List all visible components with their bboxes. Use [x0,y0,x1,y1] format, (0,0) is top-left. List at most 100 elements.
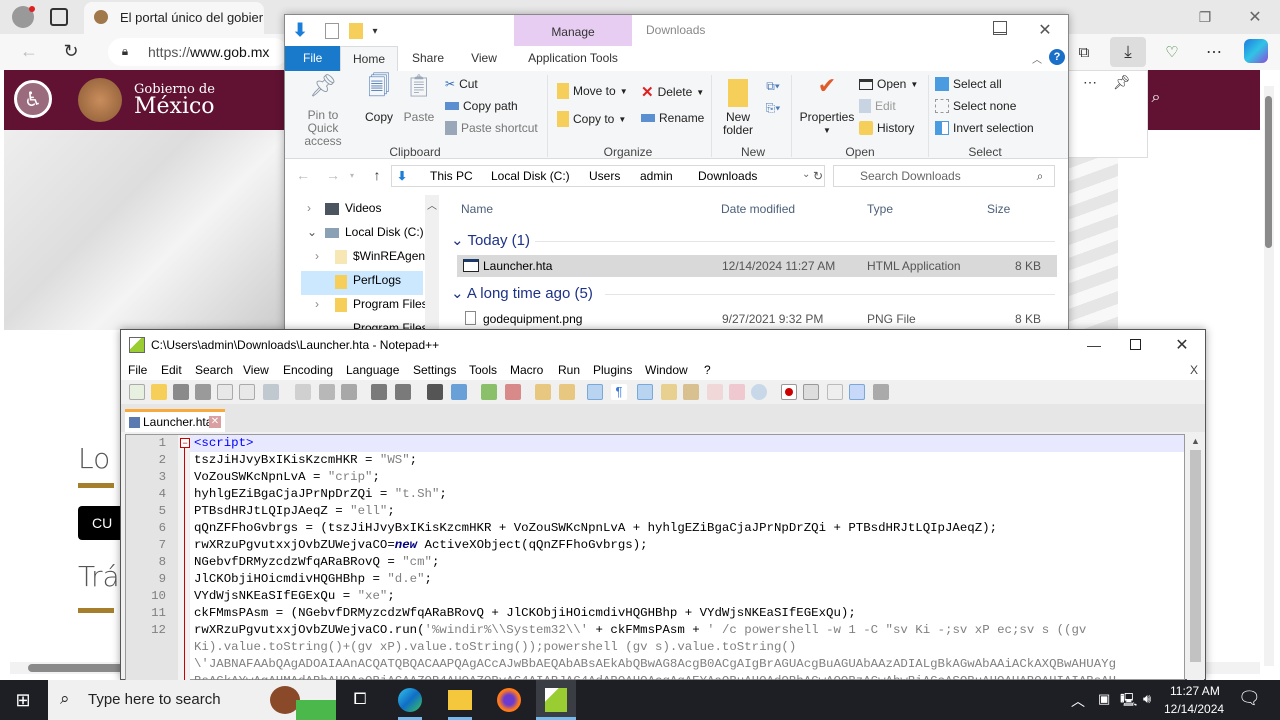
stop-macro-icon[interactable] [803,384,819,400]
more-menu-icon[interactable]: ⋯ [1202,40,1226,64]
find-icon[interactable] [427,384,443,400]
browser-tab[interactable]: El portal único del gobierno. | gob.mx [84,2,264,34]
npp-minimize-icon[interactable]: — [1079,334,1109,356]
cta-button[interactable]: CU [78,506,124,540]
sync-vertical-icon[interactable] [535,384,551,400]
redo-icon[interactable] [395,384,411,400]
paste-shortcut-button[interactable]: Paste shortcut [445,121,538,135]
refresh-icon[interactable]: ↻ [809,165,827,187]
new-item-icon[interactable]: ⧉▾ [761,77,785,95]
menu-tools[interactable]: Tools [469,363,497,377]
edit-button[interactable]: Edit [859,99,896,113]
function-list-icon[interactable] [707,384,723,400]
code-line[interactable]: \'JABNAFAAbQAgADOAIAAnACQATQBQACAAPQAgAC… [190,656,1116,673]
tab-actions-icon[interactable] [50,8,68,26]
clock-date[interactable]: 12/14/2024 [1164,702,1224,716]
delete-button[interactable]: ✕ Delete ▼ [641,83,704,101]
expand-icon[interactable]: › [307,201,311,215]
nav-forward-icon[interactable]: → [325,167,341,183]
zoom-in-icon[interactable] [481,384,497,400]
tray-overflow-icon[interactable]: ︿ [1071,691,1085,711]
crumb-local-disk[interactable]: Local Disk (C:) [491,169,570,183]
search-icon[interactable]: ⌕ [1033,169,1047,183]
close-file-icon[interactable] [217,384,233,400]
code-line[interactable]: VoZouSWKcNpnLvA = "crip"; [190,469,380,486]
page-hscrollbar-thumb[interactable] [28,664,128,672]
monitoring-icon[interactable] [751,384,767,400]
menu-run[interactable]: Run [558,363,580,377]
copilot-icon[interactable] [1244,39,1268,63]
open-file-icon[interactable] [151,384,167,400]
copy-icon[interactable] [319,384,335,400]
code-line[interactable]: Ki).value.toString()+(gv xP).value.toStr… [190,639,796,656]
volume-icon[interactable]: 🔊︎ [1143,691,1151,707]
flyout-more-icon[interactable]: ⋯ [1078,72,1102,92]
downloads-icon[interactable]: ⤓ [1110,37,1146,67]
site-search-icon[interactable]: ⌕ [1146,88,1166,108]
code-line[interactable]: tszJiHJvyBxIKisKzcmHKR = "WS"; [190,452,417,469]
properties-qat-icon[interactable] [325,23,339,39]
menu-view[interactable]: View [243,363,269,377]
recent-locations-icon[interactable]: ▾ [347,169,357,181]
scrollbar-thumb[interactable] [1190,450,1201,662]
browser-close-icon[interactable]: ✕ [1240,6,1270,28]
help-icon[interactable]: ? [1049,49,1065,65]
close-document-button[interactable]: X [1190,363,1198,377]
column-size[interactable]: Size [987,202,1010,216]
customize-qat-icon[interactable]: ▾ [369,23,381,39]
code-line[interactable]: NGebvfDRMyzcdzWfqARaBRovQ = "cm"; [190,554,439,571]
menu-edit[interactable]: Edit [161,363,182,377]
code-line[interactable]: JlCKObjiHOicmdivHQGHBhp = "d.e"; [190,571,432,588]
task-view-icon[interactable]: ⧠ [346,688,374,712]
tab-close-icon[interactable]: ✕ [209,416,221,428]
tab-home[interactable]: Home [340,46,398,71]
column-date-modified[interactable]: Date modified [721,202,795,216]
copy-path-button[interactable]: Copy path [445,99,518,113]
collapse-ribbon-icon[interactable]: ︿ [1031,51,1043,66]
code-content[interactable]: <script> tszJiHJvyBxIKisKzcmHKR = "WS"; Vo… [190,435,1184,681]
indent-guide-icon[interactable] [637,384,653,400]
nav-perflogs[interactable]: PerfLogs [353,273,401,287]
cut-icon[interactable] [295,384,311,400]
menu-help[interactable]: ? [704,363,711,377]
crumb-this-pc[interactable]: This PC [430,169,473,183]
properties-button[interactable]: ✔ Properties ▼ [797,75,857,137]
open-button[interactable]: Open ▼ [859,77,918,91]
copy-to-button[interactable]: Copy to ▼ [557,111,626,127]
crumb-admin[interactable]: admin [640,169,673,183]
code-line[interactable]: PTBsdHRJtLQIpJAeqZ = "ell"; [190,503,395,520]
group-today[interactable]: ⌄ Today (1) [451,231,530,249]
nav-scroll-up-icon[interactable]: ︿ [427,197,437,212]
print-icon[interactable] [263,384,279,400]
browser-essentials-icon[interactable]: ♡ [1160,40,1184,64]
accessibility-icon[interactable]: ♿︎ [14,80,52,118]
file-explorer-taskbar-icon[interactable] [448,690,472,710]
browser-restore-icon[interactable]: ❐ [1190,6,1220,28]
notifications-icon[interactable]: 🗨︎ [1238,688,1261,709]
code-line[interactable]: <script> [190,435,1184,452]
fold-toggle-icon[interactable]: − [180,438,190,448]
back-icon[interactable]: ← [18,40,40,62]
sync-horizontal-icon[interactable] [559,384,575,400]
save-icon[interactable] [173,384,189,400]
play-macro-icon[interactable] [827,384,843,400]
file-row-launcher[interactable]: Launcher.hta 12/14/2024 11:27 AM HTML Ap… [457,255,1057,277]
collapse-icon[interactable]: ⌄ [307,225,317,239]
cut-button[interactable]: ✂ Cut [445,77,478,91]
record-macro-icon[interactable] [781,384,797,400]
document-tab[interactable]: Launcher.hta ✕ [125,409,225,432]
network-icon[interactable]: 🖳︎ [1120,691,1137,713]
easy-access-icon[interactable]: ⎘▾ [761,99,785,117]
expand-icon[interactable]: › [315,297,319,311]
code-editor[interactable]: 1 2 3 4 5 6 7 8 9 10 11 12 − <script> tszJiHJvyBxIKi… [125,434,1185,681]
tab-view[interactable]: View [456,46,512,71]
close-icon[interactable]: ✕ [1033,19,1057,41]
expand-icon[interactable]: › [315,249,319,263]
nav-up-icon[interactable]: ↑ [369,167,385,183]
menu-plugins[interactable]: Plugins [593,363,632,377]
select-none-button[interactable]: Select none [935,99,1016,113]
scroll-up-icon[interactable]: ▲ [1191,436,1200,446]
undo-icon[interactable] [371,384,387,400]
invert-selection-button[interactable]: Invert selection [935,121,1034,135]
tab-file[interactable]: File [285,46,340,71]
